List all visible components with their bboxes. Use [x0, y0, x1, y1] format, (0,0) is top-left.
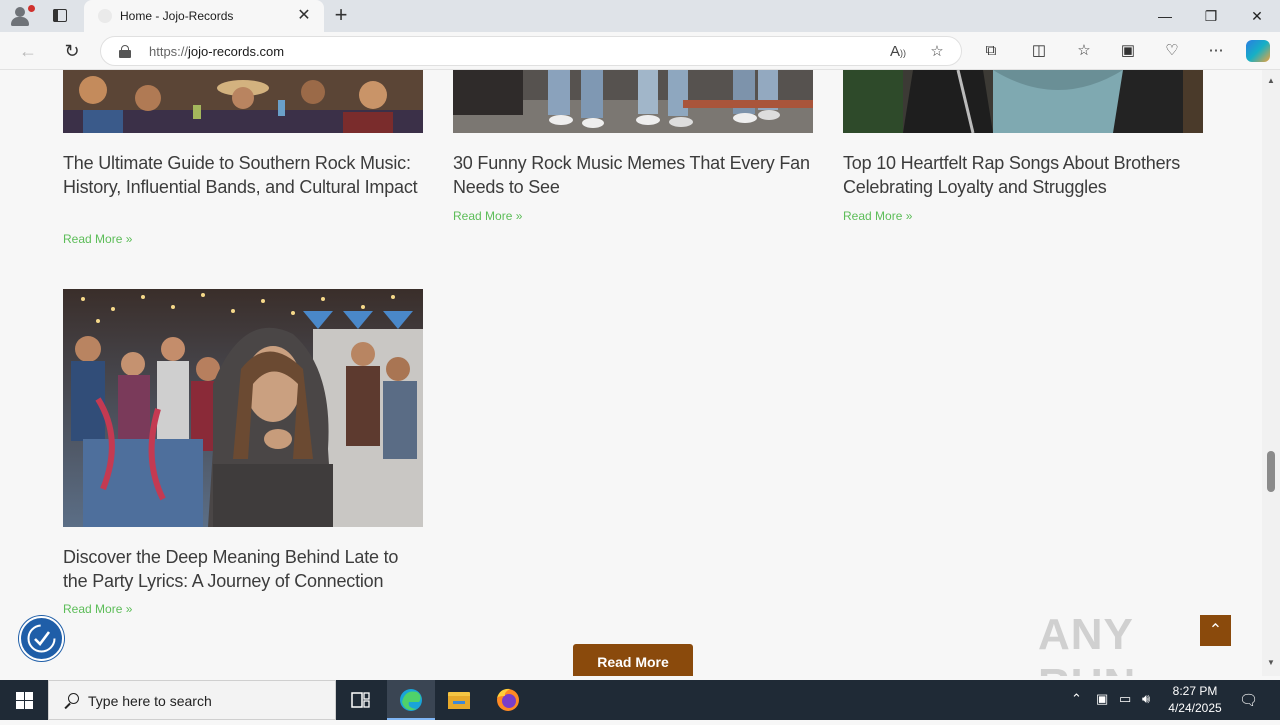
page-scrollbar[interactable]: ▲ ▼ [1262, 70, 1280, 676]
tab-title: Home - Jojo-Records [120, 9, 234, 23]
extensions-icon[interactable]: ⧉ [980, 40, 1002, 62]
close-window-button[interactable]: ✕ [1234, 0, 1280, 32]
collections-icon[interactable]: ▣ [1117, 40, 1139, 62]
post-title[interactable]: Discover the Deep Meaning Behind Late to… [63, 546, 425, 593]
search-placeholder: Type here to search [88, 693, 212, 709]
accessibility-widget-button[interactable] [19, 616, 64, 661]
notifications-icon[interactable]: 🗨︎ [1239, 691, 1258, 709]
accessibility-icon [27, 624, 56, 653]
scroll-down-arrow-icon[interactable]: ▼ [1266, 658, 1276, 667]
load-more-button[interactable]: Read More [573, 644, 693, 676]
url-text[interactable]: https://jojo-records.com [149, 44, 284, 59]
read-more-link[interactable]: Read More » [453, 209, 522, 223]
post-thumbnail-rap-brothers[interactable] [843, 70, 1203, 133]
network-icon[interactable]: ▭ [1119, 691, 1131, 707]
taskbar-clock[interactable]: 8:27 PM 4/24/2025 [1163, 683, 1227, 717]
new-tab-button[interactable]: + [330, 4, 352, 27]
meet-now-icon[interactable]: ▣ [1096, 691, 1108, 707]
scrollbar-thumb[interactable] [1267, 451, 1275, 492]
read-aloud-icon[interactable]: A)) [888, 42, 908, 62]
post-thumbnail-late-to-the-party[interactable] [63, 289, 423, 527]
browser-title-bar: Home - Jojo-Records ✕ + — ❐ ✕ [0, 0, 1280, 32]
search-icon [63, 693, 79, 710]
restore-button[interactable]: ❐ [1188, 0, 1234, 32]
volume-icon[interactable]: 🔊︎ [1142, 691, 1150, 707]
favorite-star-icon[interactable]: ☆ [927, 42, 947, 62]
minimize-button[interactable]: — [1142, 0, 1188, 32]
read-more-link[interactable]: Read More » [843, 209, 912, 223]
clock-time: 8:27 PM [1172, 684, 1218, 698]
file-explorer-icon[interactable] [435, 680, 483, 720]
post-thumbnail-rock-memes[interactable] [453, 70, 813, 133]
site-favicon-icon [98, 9, 112, 23]
firefox-icon[interactable] [484, 680, 532, 720]
favorites-icon[interactable]: ☆ [1073, 40, 1095, 62]
start-button[interactable] [0, 680, 48, 720]
browser-toolbar: ← ↻ https://jojo-records.com A)) ☆ ⧉ ◫ ☆… [0, 32, 1280, 70]
browser-essentials-icon[interactable]: ♡ [1161, 40, 1183, 62]
back-to-top-button[interactable]: ⌃ [1200, 615, 1231, 646]
read-more-link[interactable]: Read More » [63, 602, 132, 616]
split-screen-icon[interactable]: ◫ [1028, 40, 1050, 62]
edge-taskbar-icon[interactable] [387, 680, 435, 720]
page-content: The Ultimate Guide to Southern Rock Musi… [0, 70, 1262, 676]
more-options-icon[interactable]: ⋯ [1205, 40, 1227, 62]
copilot-icon[interactable] [1246, 40, 1270, 62]
close-tab-icon[interactable]: ✕ [294, 6, 314, 26]
back-button[interactable]: ← [14, 38, 42, 64]
refresh-button[interactable]: ↻ [58, 38, 86, 64]
profile-icon[interactable] [8, 4, 36, 28]
taskbar-search-box[interactable]: Type here to search [48, 680, 336, 720]
post-title[interactable]: 30 Funny Rock Music Memes That Every Fan… [453, 152, 815, 199]
clock-date: 4/24/2025 [1168, 701, 1222, 715]
post-title[interactable]: Top 10 Heartfelt Rap Songs About Brother… [843, 152, 1205, 199]
show-hidden-icons-icon[interactable]: ⌃ [1071, 691, 1082, 707]
address-bar[interactable]: https://jojo-records.com A)) ☆ [100, 36, 962, 66]
post-title[interactable]: The Ultimate Guide to Southern Rock Musi… [63, 152, 425, 199]
tab-actions-icon[interactable] [50, 6, 70, 26]
post-thumbnail-southern-rock[interactable] [63, 70, 423, 133]
windows-taskbar: Type here to search ⌃ ▣ ▭ 🔊︎ 8:27 PM 4/2… [0, 680, 1280, 720]
task-view-icon[interactable] [336, 680, 384, 720]
lock-icon[interactable] [119, 45, 131, 58]
read-more-link[interactable]: Read More » [63, 232, 132, 246]
scroll-up-arrow-icon[interactable]: ▲ [1266, 76, 1276, 85]
tab-home[interactable]: Home - Jojo-Records ✕ [84, 0, 324, 32]
